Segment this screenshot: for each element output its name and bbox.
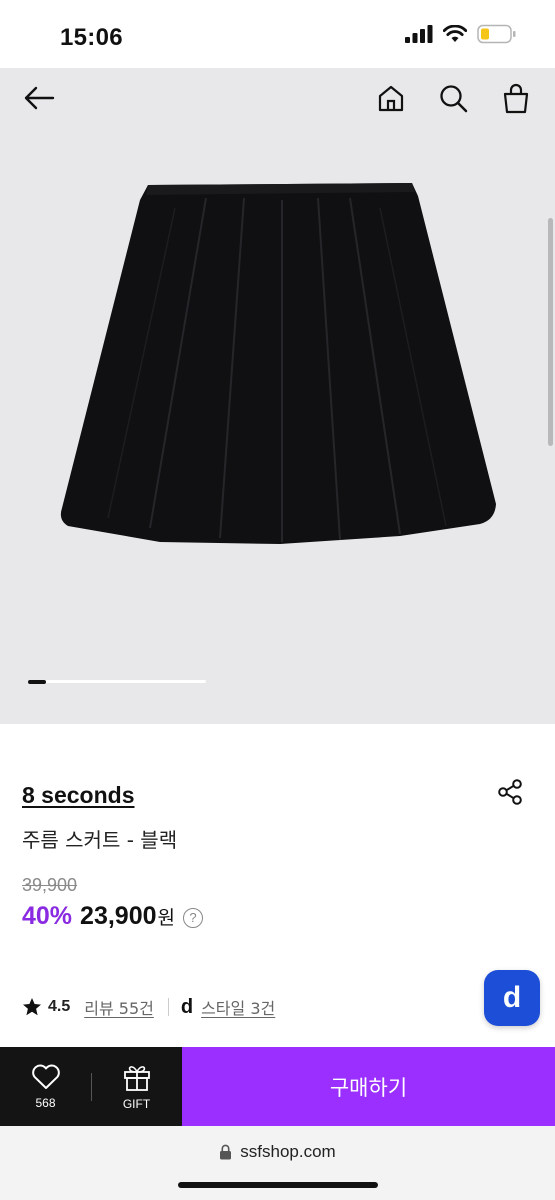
signal-icon xyxy=(405,25,433,43)
lock-icon xyxy=(220,1144,232,1160)
d-logo-icon: d xyxy=(180,996,194,1018)
search-button[interactable] xyxy=(435,80,471,116)
url-display[interactable]: ssfshop.com xyxy=(0,1142,555,1162)
gallery-pager-progress xyxy=(28,679,46,684)
search-icon xyxy=(440,85,468,113)
buy-button[interactable]: 구매하기 xyxy=(182,1047,555,1126)
heart-icon xyxy=(31,1064,60,1089)
d-floating-button[interactable]: d xyxy=(484,970,540,1026)
bottom-action-bar: 568 GIFT 구매하기 xyxy=(0,1047,555,1126)
review-meta-row: 4.5 리뷰 55건 d 스타일 3건 xyxy=(22,995,275,1019)
price-row: 40% 23,900 원 ? xyxy=(22,902,203,931)
rating-value: 4.5 xyxy=(48,998,71,1015)
currency-unit: 원 xyxy=(157,907,175,929)
review-count-link[interactable]: 리뷰 55건 xyxy=(84,995,154,1019)
original-price: 39,900 xyxy=(22,875,78,895)
wishlist-count: 568 xyxy=(35,1095,56,1110)
secondary-actions: 568 GIFT xyxy=(0,1047,182,1126)
home-indicator[interactable] xyxy=(178,1182,378,1188)
gallery-pager xyxy=(28,679,206,684)
gift-icon xyxy=(123,1065,150,1091)
gift-button[interactable]: GIFT xyxy=(91,1047,182,1126)
battery-icon xyxy=(477,24,516,44)
discount-rate: 40% xyxy=(22,902,73,930)
home-icon xyxy=(378,85,404,112)
status-icons xyxy=(405,24,517,44)
browser-url-bar[interactable]: ssfshop.com xyxy=(0,1126,555,1200)
brand-link[interactable]: 8 seconds xyxy=(22,782,135,809)
product-name: 주름 스커트 - 블랙 xyxy=(22,828,178,852)
sale-price: 23,900 xyxy=(80,902,157,930)
meta-divider xyxy=(167,998,169,1016)
scrollbar[interactable] xyxy=(548,218,553,446)
share-icon xyxy=(498,779,522,805)
product-image-gallery[interactable] xyxy=(0,68,555,724)
product-image xyxy=(60,183,496,544)
status-time: 15:06 xyxy=(60,24,123,51)
cart-button[interactable] xyxy=(498,80,534,116)
share-button[interactable] xyxy=(494,776,526,808)
style-count-link[interactable]: 스타일 3건 xyxy=(201,995,275,1019)
home-button[interactable] xyxy=(373,80,409,116)
bottom-divider xyxy=(91,1073,92,1101)
star-icon xyxy=(23,998,41,1016)
back-arrow-icon xyxy=(24,86,55,110)
back-button[interactable] xyxy=(21,80,57,116)
gift-label: GIFT xyxy=(122,1096,151,1111)
wifi-icon xyxy=(443,25,467,42)
status-bar: 15:06 xyxy=(0,0,555,68)
wishlist-button[interactable]: 568 xyxy=(0,1047,91,1126)
url-text: ssfshop.com xyxy=(240,1142,336,1161)
shopping-bag-icon xyxy=(503,83,529,114)
price-help-icon[interactable]: ? xyxy=(183,907,203,928)
